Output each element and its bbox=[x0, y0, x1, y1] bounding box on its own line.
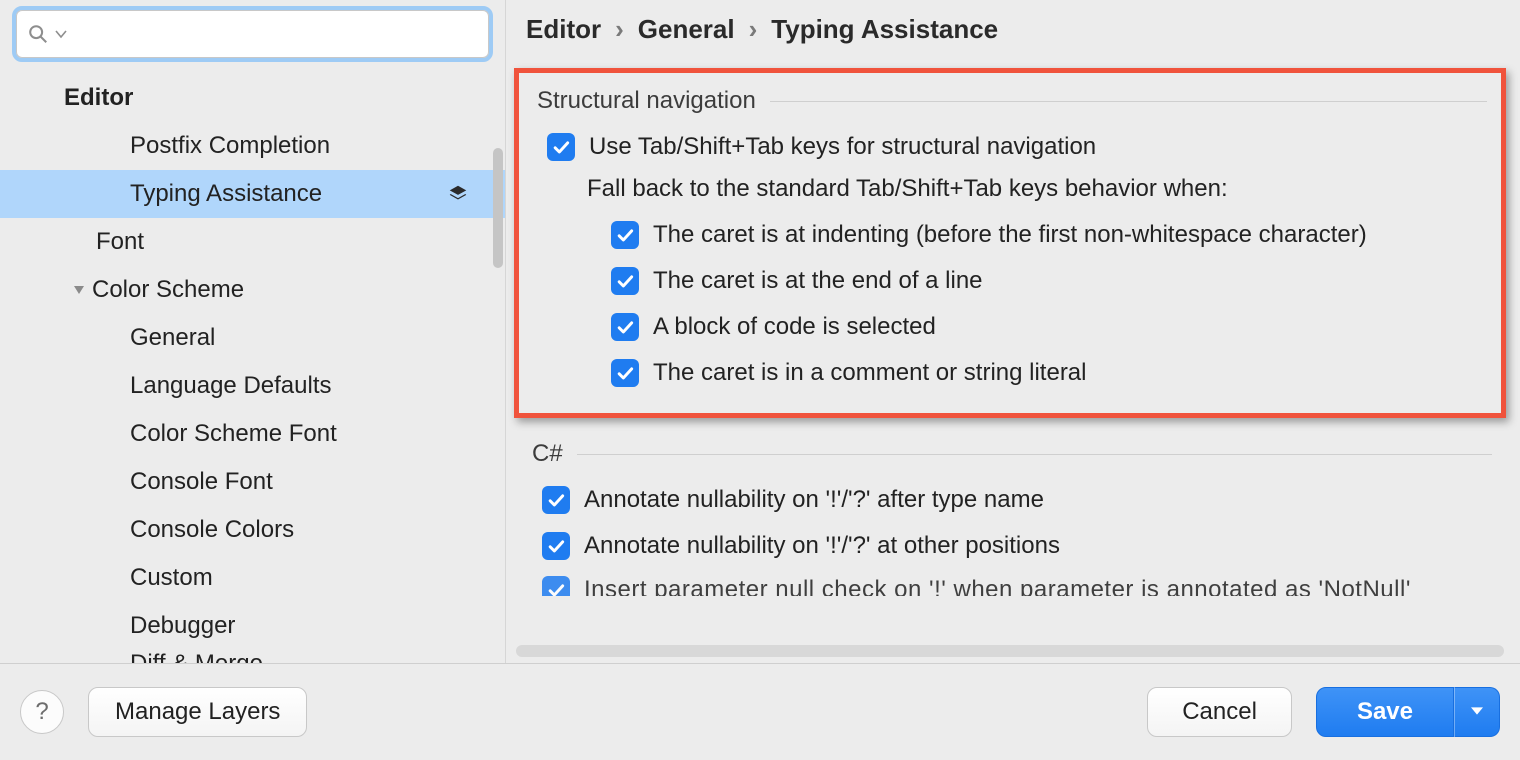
settings-main: Editor › General › Typing Assistance Str… bbox=[505, 0, 1520, 663]
label-use-tab-structural-nav: Use Tab/Shift+Tab keys for structural na… bbox=[589, 133, 1096, 161]
search-focus-ring bbox=[12, 6, 493, 62]
content-horizontal-scrollbar[interactable] bbox=[516, 645, 1504, 657]
chevron-down-icon bbox=[66, 284, 92, 296]
group-title-structural-navigation: Structural navigation bbox=[537, 87, 756, 115]
label-caret-in-comment: The caret is in a comment or string lite… bbox=[653, 359, 1087, 387]
save-dropdown-button[interactable] bbox=[1454, 687, 1500, 737]
breadcrumb-typing-assistance: Typing Assistance bbox=[771, 14, 998, 45]
checkbox-use-tab-structural-nav[interactable] bbox=[547, 133, 575, 161]
checkbox-insert-param-null-check[interactable] bbox=[542, 576, 570, 596]
breadcrumb: Editor › General › Typing Assistance bbox=[506, 0, 1520, 58]
settings-sidebar: Editor Postfix Completion Typing Assista… bbox=[0, 0, 505, 663]
checkbox-annotate-nullability-other[interactable] bbox=[542, 532, 570, 560]
label-annotate-nullability-other: Annotate nullability on '!'/'?' at other… bbox=[584, 532, 1060, 560]
breadcrumb-editor[interactable]: Editor bbox=[526, 14, 601, 45]
sidebar-scrollbar[interactable] bbox=[493, 148, 503, 268]
dialog-footer: ? Manage Layers Cancel Save bbox=[0, 663, 1520, 760]
layers-icon bbox=[447, 183, 469, 205]
label-insert-param-null-check: Insert parameter null check on '!' when … bbox=[584, 576, 1411, 596]
tree-item-cs-general[interactable]: General bbox=[0, 314, 505, 362]
tree-item-language-defaults[interactable]: Language Defaults bbox=[0, 362, 505, 410]
tree-item-postfix-completion[interactable]: Postfix Completion bbox=[0, 122, 505, 170]
group-title-csharp: C# bbox=[532, 440, 563, 468]
label-caret-at-indenting: The caret is at indenting (before the fi… bbox=[653, 221, 1367, 249]
label-block-selected: A block of code is selected bbox=[653, 313, 936, 341]
search-input[interactable] bbox=[73, 21, 478, 47]
label-fallback-when: Fall back to the standard Tab/Shift+Tab … bbox=[587, 175, 1487, 203]
help-button[interactable]: ? bbox=[20, 690, 64, 734]
breadcrumb-sep-icon: › bbox=[749, 14, 758, 45]
label-caret-end-of-line: The caret is at the end of a line bbox=[653, 267, 983, 295]
breadcrumb-sep-icon: › bbox=[615, 14, 624, 45]
tree-item-console-font[interactable]: Console Font bbox=[0, 458, 505, 506]
checkbox-annotate-nullability-after-type[interactable] bbox=[542, 486, 570, 514]
tree-item-custom[interactable]: Custom bbox=[0, 554, 505, 602]
tree-item-color-scheme-font[interactable]: Color Scheme Font bbox=[0, 410, 505, 458]
label-annotate-nullability-after-type: Annotate nullability on '!'/'?' after ty… bbox=[584, 486, 1044, 514]
cancel-button[interactable]: Cancel bbox=[1147, 687, 1292, 737]
search-dropdown-icon[interactable] bbox=[55, 29, 67, 39]
tree-item-console-colors[interactable]: Console Colors bbox=[0, 506, 505, 554]
save-button[interactable]: Save bbox=[1316, 687, 1454, 737]
help-icon: ? bbox=[35, 698, 48, 726]
checkbox-caret-end-of-line[interactable] bbox=[611, 267, 639, 295]
checkbox-block-selected[interactable] bbox=[611, 313, 639, 341]
tree-item-diff-merge[interactable]: Diff & Merge bbox=[0, 650, 505, 663]
search-icon bbox=[27, 23, 49, 45]
checkbox-caret-in-comment[interactable] bbox=[611, 359, 639, 387]
group-separator bbox=[577, 454, 1492, 455]
tree-item-typing-assistance[interactable]: Typing Assistance bbox=[0, 170, 505, 218]
tree-item-debugger[interactable]: Debugger bbox=[0, 602, 505, 650]
group-separator bbox=[770, 101, 1487, 102]
breadcrumb-general[interactable]: General bbox=[638, 14, 735, 45]
structural-navigation-highlight: Structural navigation Use Tab/Shift+Tab … bbox=[514, 68, 1506, 418]
manage-layers-button[interactable]: Manage Layers bbox=[88, 687, 307, 737]
search-box[interactable] bbox=[16, 10, 489, 58]
chevron-down-icon bbox=[1469, 705, 1485, 720]
checkbox-caret-at-indenting[interactable] bbox=[611, 221, 639, 249]
settings-tree: Editor Postfix Completion Typing Assista… bbox=[0, 66, 505, 663]
tree-item-color-scheme[interactable]: Color Scheme bbox=[0, 266, 505, 314]
tree-item-font[interactable]: Font bbox=[0, 218, 505, 266]
tree-item-editor[interactable]: Editor bbox=[0, 74, 505, 122]
